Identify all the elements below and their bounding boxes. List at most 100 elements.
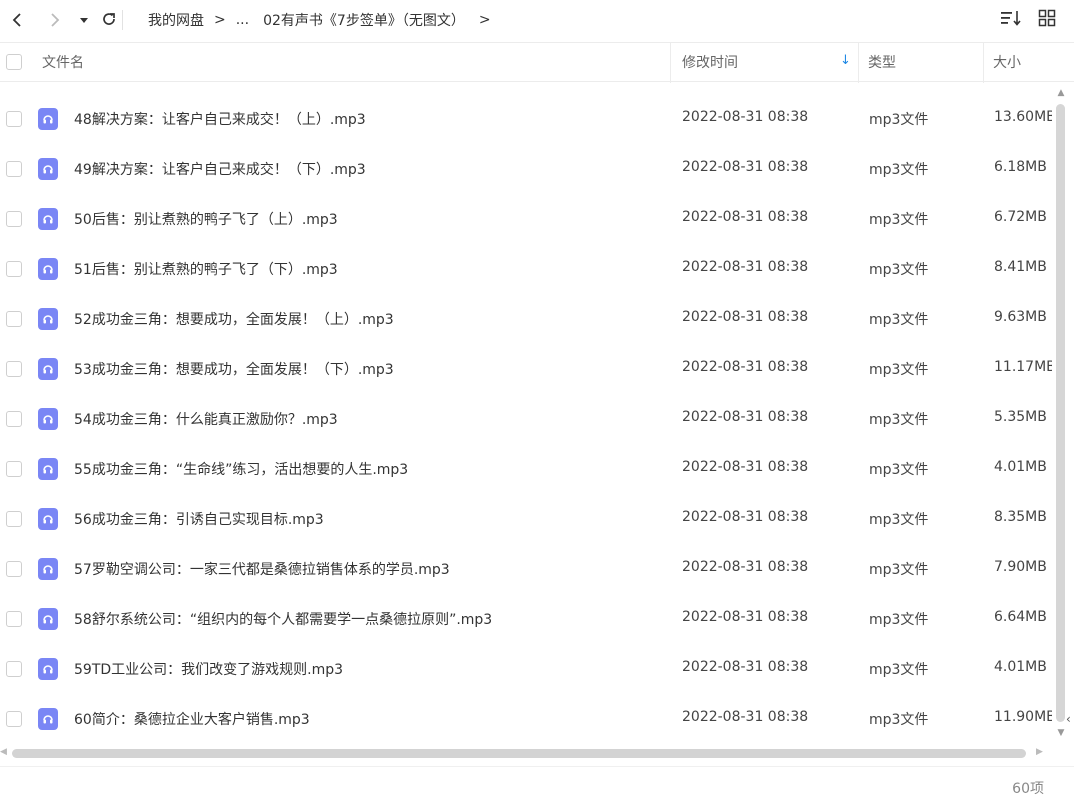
column-header-name[interactable]: 文件名 [42,52,84,72]
audio-file-icon [38,208,58,230]
row-checkbox[interactable] [6,661,22,677]
file-row[interactable]: 58舒尔系统公司：“组织内的每个人都需要学一点桑德拉原则”.mp3 2022-08… [0,594,1052,644]
file-size: 6.18MB [994,159,1047,175]
file-row[interactable]: 50后售：别让煮熟的鸭子飞了（上）.mp3 2022-08-31 08:38 mp3… [0,194,1052,244]
audio-file-icon [38,508,58,530]
audio-file-icon [38,308,58,330]
file-name[interactable]: 57罗勒空调公司：一家三代都是桑德拉销售体系的学员.mp3 [74,559,450,579]
file-name[interactable]: 50后售：别让煮熟的鸭子飞了（上）.mp3 [74,209,338,229]
file-row[interactable]: 56成功金三角：引诱自己实现目标.mp3 2022-08-31 08:38 mp3文… [0,494,1052,544]
file-name[interactable]: 52成功金三角：想要成功，全面发展！（上）.mp3 [74,309,394,329]
chevron-right-icon[interactable] [44,9,66,31]
column-header-size[interactable]: 大小 [993,52,1021,72]
row-checkbox[interactable] [6,311,22,327]
file-name[interactable]: 48解决方案：让客户自己来成交！（上）.mp3 [74,109,366,129]
file-row[interactable]: 49解决方案：让客户自己来成交！（下）.mp3 2022-08-31 08:38 m… [0,144,1052,194]
horizontal-scrollbar[interactable]: ◀ ▶ [0,745,1052,761]
horizontal-scroll-thumb[interactable] [12,749,1026,758]
file-modified: 2022-08-31 08:38 [682,259,809,275]
row-checkbox[interactable] [6,211,22,227]
file-type: mp3文件 [869,112,929,128]
scroll-right-icon[interactable]: ▶ [1036,747,1043,757]
file-name[interactable]: 58舒尔系统公司：“组织内的每个人都需要学一点桑德拉原则”.mp3 [74,609,492,629]
file-type: mp3文件 [869,162,929,178]
file-size: 8.41MB [994,259,1047,275]
file-row[interactable]: 52成功金三角：想要成功，全面发展！（上）.mp3 2022-08-31 08:3… [0,294,1052,344]
breadcrumb-root[interactable]: 我的网盘 [148,10,204,30]
file-type: mp3文件 [869,312,929,328]
scroll-up-icon[interactable]: ▲ [1056,88,1066,98]
sort-descending-icon[interactable]: ↓ [840,53,851,68]
file-row[interactable]: 57罗勒空调公司：一家三代都是桑德拉销售体系的学员.mp3 2022-08-31 … [0,544,1052,594]
file-name[interactable]: 60简介：桑德拉企业大客户销售.mp3 [74,709,310,729]
file-type: mp3文件 [869,662,929,678]
file-type: mp3文件 [869,562,929,578]
column-divider[interactable] [858,43,859,83]
audio-file-icon [38,408,58,430]
file-size: 13.60MB [994,109,1052,125]
file-modified: 2022-08-31 08:38 [682,459,809,475]
sort-list-icon[interactable] [1000,9,1022,31]
file-type: mp3文件 [869,412,929,428]
file-row[interactable]: 55成功金三角：“生命线”练习，活出想要的人生.mp3 2022-08-31 08… [0,444,1052,494]
caret-down-icon[interactable] [73,9,95,31]
row-checkbox[interactable] [6,161,22,177]
file-name[interactable]: 56成功金三角：引诱自己实现目标.mp3 [74,509,324,529]
file-size: 9.63MB [994,309,1047,325]
vertical-scroll-thumb[interactable] [1056,104,1065,722]
file-row[interactable]: 48解决方案：让客户自己来成交！（上）.mp3 2022-08-31 08:38 m… [0,94,1052,144]
audio-file-icon [38,358,58,380]
vertical-scrollbar[interactable]: ▲ ▼ [1054,82,1068,746]
file-row[interactable]: 59TD工业公司：我们改变了游戏规则.mp3 2022-08-31 08:38 mp… [0,644,1052,694]
column-header-type[interactable]: 类型 [868,52,896,72]
file-size: 11.90MB [994,709,1052,725]
grid-view-icon[interactable] [1038,9,1056,31]
navigation-bar: 我的网盘 > ... 02有声书《7步签单》（无图文） > [0,0,1074,40]
file-modified: 2022-08-31 08:38 [682,359,809,375]
scroll-down-icon[interactable]: ▼ [1056,728,1066,738]
column-divider[interactable] [983,43,984,83]
file-size: 4.01MB [994,459,1047,475]
breadcrumb-current[interactable]: 02有声书《7步签单》（无图文） [263,10,465,30]
file-modified: 2022-08-31 08:38 [682,659,809,675]
file-name[interactable]: 53成功金三角：想要成功，全面发展！（下）.mp3 [74,359,394,379]
breadcrumb-separator[interactable]: > [479,12,491,28]
file-row[interactable]: 54成功金三角：什么能真正激励你？.mp3 2022-08-31 08:38 mp3… [0,394,1052,444]
column-header-modified[interactable]: 修改时间 [682,52,738,72]
row-checkbox[interactable] [6,461,22,477]
file-row[interactable]: 60简介：桑德拉企业大客户销售.mp3 2022-08-31 08:38 mp3文件… [0,694,1052,744]
select-all-checkbox[interactable] [6,54,22,70]
scroll-left-icon[interactable]: ◀ [0,747,7,757]
audio-file-icon [38,558,58,580]
column-divider[interactable] [670,43,671,83]
file-modified: 2022-08-31 08:38 [682,409,809,425]
refresh-icon[interactable] [98,8,120,30]
file-name[interactable]: 59TD工业公司：我们改变了游戏规则.mp3 [74,659,343,679]
file-size: 6.64MB [994,609,1047,625]
chevron-left-icon[interactable] [6,9,28,31]
nav-divider [122,10,123,30]
row-checkbox[interactable] [6,511,22,527]
file-modified: 2022-08-31 08:38 [682,559,809,575]
row-checkbox[interactable] [6,561,22,577]
file-type: mp3文件 [869,512,929,528]
row-checkbox[interactable] [6,111,22,127]
audio-file-icon [38,108,58,130]
breadcrumb-ellipsis[interactable]: ... [236,12,249,28]
row-checkbox[interactable] [6,611,22,627]
file-type: mp3文件 [869,462,929,478]
file-name[interactable]: 54成功金三角：什么能真正激励你？.mp3 [74,409,338,429]
file-name[interactable]: 55成功金三角：“生命线”练习，活出想要的人生.mp3 [74,459,408,479]
row-checkbox[interactable] [6,261,22,277]
row-checkbox[interactable] [6,411,22,427]
audio-file-icon [38,258,58,280]
panel-collapse-icon[interactable]: ‹ [1066,712,1071,726]
file-row[interactable]: 51后售：别让煮熟的鸭子飞了（下）.mp3 2022-08-31 08:38 mp3… [0,244,1052,294]
file-size: 11.17MB [994,359,1052,375]
file-name[interactable]: 49解决方案：让客户自己来成交！（下）.mp3 [74,159,366,179]
file-row[interactable]: 53成功金三角：想要成功，全面发展！（下）.mp3 2022-08-31 08:3… [0,344,1052,394]
row-checkbox[interactable] [6,361,22,377]
file-name[interactable]: 51后售：别让煮熟的鸭子飞了（下）.mp3 [74,259,338,279]
file-type: mp3文件 [869,712,929,728]
row-checkbox[interactable] [6,711,22,727]
